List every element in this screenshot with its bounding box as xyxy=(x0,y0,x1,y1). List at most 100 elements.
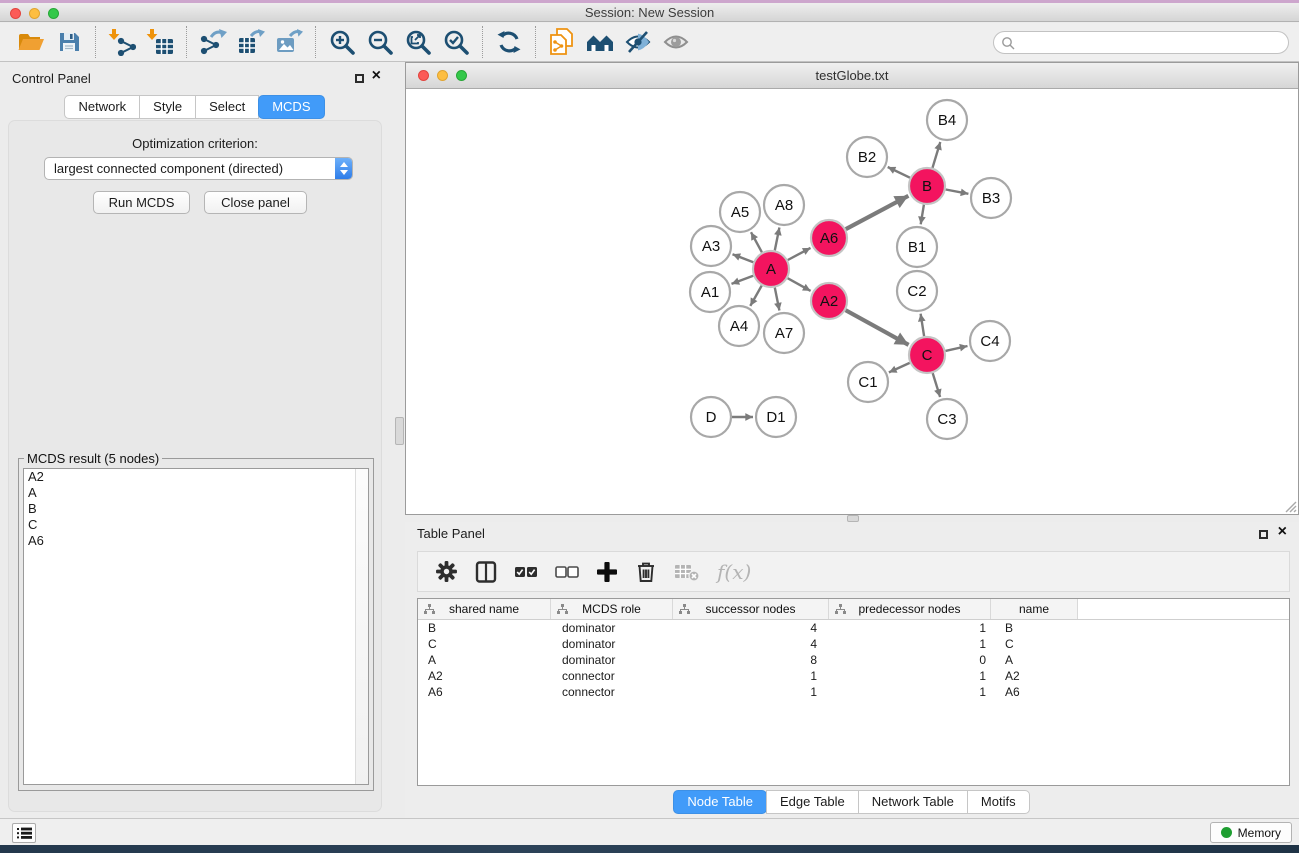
table-row[interactable]: A6connector11A6 xyxy=(418,684,1289,700)
table-cell[interactable]: 1 xyxy=(829,637,991,651)
table-cell[interactable]: A2 xyxy=(418,669,551,683)
network-canvas[interactable]: B4B2BB3A8A5A6A3B1AA1C2A2A4A7C4CC1C3DD1 xyxy=(406,89,1298,514)
home-button[interactable] xyxy=(581,25,619,59)
graph-node-A8[interactable]: A8 xyxy=(764,185,804,225)
column-header-mcds-role[interactable]: MCDS role xyxy=(551,599,673,619)
table-row[interactable]: Cdominator41C xyxy=(418,636,1289,652)
graph-edge-B-B2[interactable] xyxy=(888,167,910,178)
optimization-criterion-select[interactable]: largest connected component (directed) xyxy=(44,157,353,180)
delete-row-button[interactable] xyxy=(635,560,657,583)
search-input[interactable] xyxy=(1015,34,1288,52)
graph-node-C4[interactable]: C4 xyxy=(970,321,1010,361)
save-session-button[interactable] xyxy=(50,25,88,59)
table-settings-button[interactable] xyxy=(435,560,458,583)
table-cell[interactable]: 1 xyxy=(673,669,829,683)
table-cell[interactable]: connector xyxy=(551,685,673,699)
import-table-button[interactable] xyxy=(141,25,179,59)
tab-edge-table[interactable]: Edge Table xyxy=(766,790,859,814)
add-row-button[interactable] xyxy=(596,561,618,583)
result-item[interactable]: A xyxy=(24,485,368,501)
graph-node-D1[interactable]: D1 xyxy=(756,397,796,437)
graph-node-B2[interactable]: B2 xyxy=(847,137,887,177)
table-row[interactable]: A2connector11A2 xyxy=(418,668,1289,684)
mcds-result-list[interactable]: A2ABCA6 xyxy=(23,468,369,785)
table-cell[interactable]: connector xyxy=(551,669,673,683)
graph-edge-B-B1[interactable] xyxy=(921,205,924,225)
tab-motifs[interactable]: Motifs xyxy=(967,790,1030,814)
table-cell[interactable]: 4 xyxy=(673,637,829,651)
network-window-titlebar[interactable]: testGlobe.txt xyxy=(406,63,1298,89)
search-box[interactable] xyxy=(993,31,1289,54)
graph-node-B[interactable]: B xyxy=(909,168,945,204)
table-row[interactable]: Bdominator41B xyxy=(418,620,1289,636)
graph-node-C2[interactable]: C2 xyxy=(897,271,937,311)
column-header-name[interactable]: name xyxy=(991,599,1078,619)
deselect-all-button[interactable] xyxy=(555,565,579,579)
table-cell[interactable]: C xyxy=(418,637,551,651)
graph-edge-C-C1[interactable] xyxy=(889,363,910,373)
graph-node-A7[interactable]: A7 xyxy=(764,313,804,353)
zoom-selected-button[interactable] xyxy=(437,25,475,59)
export-table-button[interactable] xyxy=(232,25,270,59)
graph-node-A[interactable]: A xyxy=(753,251,789,287)
table-cell[interactable]: B xyxy=(418,621,551,635)
graph-edge-A-A1[interactable] xyxy=(732,276,754,284)
graph-edge-A-A6[interactable] xyxy=(788,248,811,260)
vertical-splitter-handle[interactable] xyxy=(395,417,404,445)
graph-node-C1[interactable]: C1 xyxy=(848,362,888,402)
close-panel-icon[interactable]: × xyxy=(372,68,381,84)
tab-mcds[interactable]: MCDS xyxy=(258,95,324,119)
table-cell[interactable]: A xyxy=(418,653,551,667)
graph-edge-A6-B[interactable] xyxy=(846,196,909,229)
graph-edge-B-B4[interactable] xyxy=(933,142,941,168)
graph-edge-A-A5[interactable] xyxy=(751,232,762,252)
table-cell[interactable]: B xyxy=(991,621,1078,635)
run-mcds-button[interactable]: Run MCDS xyxy=(93,191,190,214)
graph-edge-C-C2[interactable] xyxy=(921,314,925,337)
network-graph[interactable]: B4B2BB3A8A5A6A3B1AA1C2A2A4A7C4CC1C3DD1 xyxy=(406,89,1298,514)
table-cell[interactable]: A6 xyxy=(991,685,1078,699)
import-network-button[interactable] xyxy=(103,25,141,59)
graph-node-A6[interactable]: A6 xyxy=(811,220,847,256)
close-panel-button[interactable]: Close panel xyxy=(204,191,307,214)
close-table-panel-icon[interactable]: × xyxy=(1278,524,1287,540)
network-overview-button[interactable] xyxy=(543,25,581,59)
table-cell[interactable]: 8 xyxy=(673,653,829,667)
function-builder-button[interactable]: f(x) xyxy=(717,560,751,584)
float-table-panel-icon[interactable] xyxy=(1259,530,1268,539)
float-panel-icon[interactable] xyxy=(355,74,364,83)
table-cell[interactable]: 4 xyxy=(673,621,829,635)
result-item[interactable]: A2 xyxy=(24,469,368,485)
hide-graphics-details-button[interactable] xyxy=(619,25,657,59)
zoom-fit-button[interactable] xyxy=(399,25,437,59)
open-session-button[interactable] xyxy=(12,25,50,59)
table-cell[interactable]: C xyxy=(991,637,1078,651)
graph-edge-A-A8[interactable] xyxy=(775,228,780,251)
graph-node-B1[interactable]: B1 xyxy=(897,227,937,267)
table-cell[interactable]: 1 xyxy=(829,669,991,683)
result-item[interactable]: A6 xyxy=(24,533,368,549)
memory-button[interactable]: Memory xyxy=(1210,822,1292,843)
refresh-button[interactable] xyxy=(490,25,528,59)
graph-edge-C-C3[interactable] xyxy=(933,373,940,397)
table-cell[interactable]: A2 xyxy=(991,669,1078,683)
table-cell[interactable]: 0 xyxy=(829,653,991,667)
table-cell[interactable]: dominator xyxy=(551,637,673,651)
graph-node-A1[interactable]: A1 xyxy=(690,272,730,312)
show-columns-button[interactable] xyxy=(475,561,497,583)
graph-node-A5[interactable]: A5 xyxy=(720,192,760,232)
graph-node-D[interactable]: D xyxy=(691,397,731,437)
graph-node-B4[interactable]: B4 xyxy=(927,100,967,140)
zoom-out-button[interactable] xyxy=(361,25,399,59)
table-row[interactable]: Adominator80A xyxy=(418,652,1289,668)
result-item[interactable]: B xyxy=(24,501,368,517)
show-graphics-details-button[interactable] xyxy=(657,25,695,59)
graph-edge-C-C4[interactable] xyxy=(946,346,968,351)
delete-column-button[interactable] xyxy=(674,562,700,582)
tab-network[interactable]: Network xyxy=(64,95,140,119)
node-table[interactable]: shared nameMCDS rolesuccessor nodesprede… xyxy=(417,598,1290,786)
app-titlebar[interactable]: Session: New Session xyxy=(0,3,1299,22)
task-history-button[interactable] xyxy=(12,823,36,843)
table-cell[interactable]: dominator xyxy=(551,653,673,667)
export-network-button[interactable] xyxy=(194,25,232,59)
